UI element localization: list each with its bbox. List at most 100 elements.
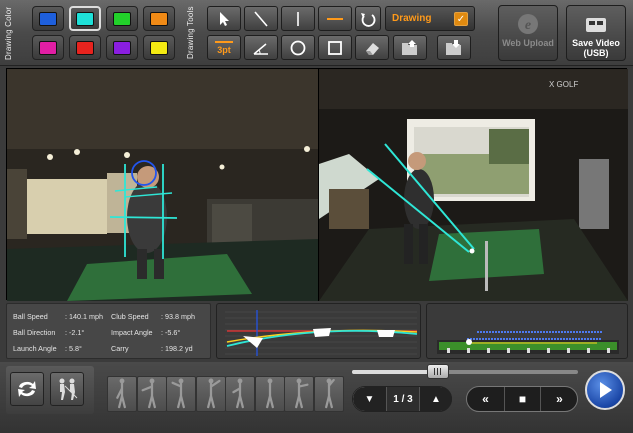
arrow-cursor-icon [220, 11, 229, 26]
transport-controls: « ■ » [466, 386, 578, 412]
swing-phase-strip[interactable] [107, 376, 344, 412]
view-mode-group [6, 366, 94, 414]
golfer-pose-icon [116, 378, 126, 409]
diagonal-line-icon [254, 10, 268, 27]
toolbar: Drawing Color Drawing Tools Drawing ✓ 3p… [0, 0, 633, 66]
web-upload-label: Web Upload [502, 38, 554, 48]
rectangle-tool-button[interactable] [318, 35, 352, 60]
undo-button[interactable] [355, 6, 381, 31]
color-yellow-button[interactable] [143, 35, 175, 60]
color-cyan-button[interactable] [69, 6, 101, 31]
horizontal-line-icon [327, 17, 343, 20]
swap-views-button[interactable] [10, 372, 44, 406]
blue-swatch [39, 11, 57, 26]
swing-phase-thumb[interactable] [313, 376, 344, 412]
angle-tool-button[interactable] [244, 35, 278, 60]
launch-angle-label: Launch Angle [13, 344, 57, 353]
save-video-usb-button[interactable]: Save Video (USB) [566, 5, 626, 61]
club-path-graphic [225, 310, 418, 356]
ball-direction-value: : -2.1° [65, 328, 85, 337]
launch-angle-value: : 5.8° [65, 344, 82, 353]
swing-phase-thumb[interactable] [107, 376, 137, 412]
previous-frame-button[interactable]: ▼ [353, 387, 386, 411]
swap-arrows-icon [18, 381, 36, 397]
dual-golfer-view-button[interactable] [50, 372, 84, 406]
rewind-button[interactable]: « [467, 387, 504, 411]
drawing-tools-label: Drawing Tools [186, 6, 195, 60]
web-upload-button[interactable]: e Web Upload [498, 5, 558, 61]
scrubber-fill [352, 370, 438, 374]
circle-tool-button[interactable] [281, 35, 315, 60]
golfer-pose-icon [324, 378, 335, 409]
folder-load-icon [402, 39, 417, 55]
golfer-pair-icon [59, 378, 78, 400]
web-upload-icon: e [518, 14, 538, 34]
color-blue-button[interactable] [32, 6, 64, 31]
next-frame-button[interactable]: ▲ [420, 387, 452, 411]
swing-phase-thumb[interactable] [225, 376, 255, 412]
stop-button[interactable]: ■ [504, 387, 541, 411]
dispersion-graphic [437, 331, 619, 354]
orange-swatch [150, 11, 168, 26]
load-drawing-button[interactable] [393, 35, 427, 60]
down-the-line-video-view[interactable]: X GOLF [319, 69, 628, 301]
right-view-brand: X GOLF [549, 80, 578, 89]
golfer-pose-icon [206, 378, 221, 409]
select-tool-button[interactable] [207, 6, 241, 31]
color-red-button[interactable] [69, 35, 101, 60]
green-swatch [113, 11, 131, 26]
purple-swatch [113, 40, 131, 55]
impact-angle-label: Impact Angle [111, 328, 153, 337]
undo-icon [361, 12, 376, 27]
play-button[interactable] [585, 370, 625, 410]
impact-angle-value: : -5.6° [161, 328, 181, 337]
save-video-label: Save Video (USB) [572, 38, 620, 58]
save-drawing-button[interactable] [437, 35, 471, 60]
usb-drive-icon [586, 18, 606, 32]
drawing-toggle-label: Drawing [392, 13, 432, 24]
playback-scrubber[interactable] [352, 364, 578, 379]
eraser-tool-button[interactable] [355, 35, 389, 60]
angle-icon [253, 42, 268, 55]
svg-text:e: e [525, 18, 531, 33]
red-swatch [76, 40, 94, 55]
vertical-line-tool-button[interactable] [281, 6, 315, 31]
ball-speed-value: : 140.1 mph [65, 312, 103, 321]
face-on-video-view[interactable] [7, 69, 318, 301]
stroke-width-icon [215, 40, 233, 43]
frame-counter: 1 / 3 [386, 387, 420, 411]
golfer-pose-icon [295, 378, 309, 409]
club-speed-value: : 93.8 mph [161, 312, 195, 321]
yellow-swatch [150, 40, 168, 55]
swing-phase-thumb[interactable] [195, 376, 226, 412]
drawing-color-label: Drawing Color [4, 6, 13, 60]
swing-phase-thumb[interactable] [166, 376, 196, 412]
drawing-checkbox[interactable]: ✓ [454, 12, 468, 26]
drawing-mode-toggle[interactable]: Drawing ✓ [385, 6, 475, 31]
video-viewer[interactable]: X GOLF [6, 68, 628, 301]
golfer-pose-icon [141, 378, 156, 409]
play-icon [600, 382, 612, 398]
stroke-width-button[interactable]: 3pt [207, 35, 241, 60]
swing-phase-thumb[interactable] [254, 376, 285, 412]
frame-navigator: ▼ 1 / 3 ▲ [352, 386, 452, 412]
club-path-panel [216, 303, 421, 359]
cyan-swatch [76, 11, 94, 26]
folder-save-icon [446, 39, 461, 55]
scrubber-handle[interactable] [426, 364, 449, 379]
color-green-button[interactable] [106, 6, 138, 31]
color-orange-button[interactable] [143, 6, 175, 31]
club-speed-label: Club Speed [111, 312, 149, 321]
swing-phase-thumb[interactable] [136, 376, 167, 412]
diagonal-line-tool-button[interactable] [244, 6, 278, 31]
ball-speed-label: Ball Speed [13, 312, 48, 321]
vertical-line-icon [297, 11, 299, 26]
circle-icon [290, 40, 306, 55]
face-on-swing-frame [7, 69, 318, 301]
horizontal-line-tool-button[interactable] [318, 6, 352, 31]
golfer-pose-icon [265, 378, 274, 409]
color-magenta-button[interactable] [32, 35, 64, 60]
color-purple-button[interactable] [106, 35, 138, 60]
fast-forward-button[interactable]: » [541, 387, 578, 411]
swing-phase-thumb[interactable] [284, 376, 314, 412]
